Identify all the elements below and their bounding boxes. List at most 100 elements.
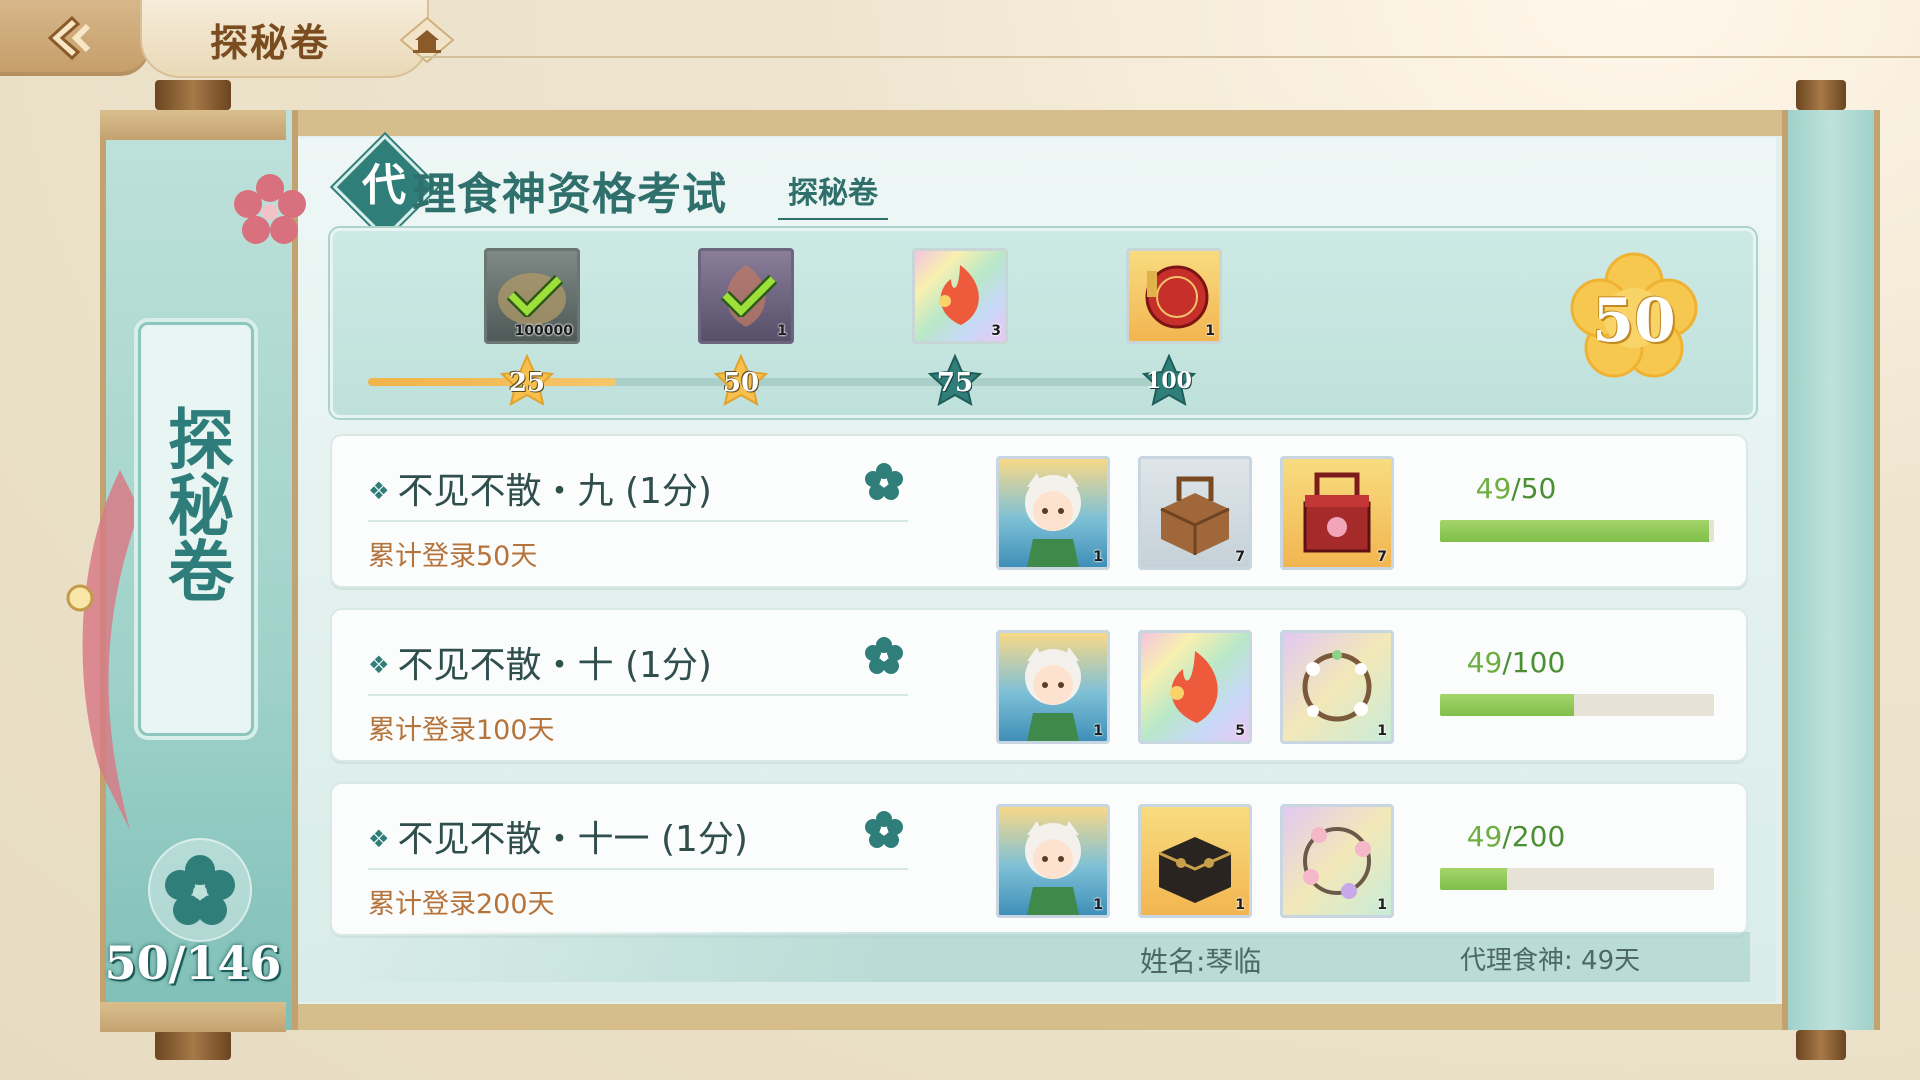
- milestone-reward-75[interactable]: 3: [912, 248, 1008, 344]
- agent-days: 代理食神: 49天: [1460, 946, 1641, 976]
- reward-tile-flower-wreath[interactable]: 1: [1280, 630, 1394, 744]
- claimed-check-icon: [507, 274, 563, 317]
- home-button[interactable]: [395, 14, 459, 66]
- quest-card-2: 不见不散・十 (1分) 累计登录100天 1 5 1 49/100: [330, 608, 1748, 762]
- quest-title: 不见不散・十一 (1分): [368, 810, 748, 862]
- current-points: 50: [1592, 286, 1676, 356]
- plum-blossom-icon: [234, 174, 306, 244]
- back-button[interactable]: [0, 0, 150, 76]
- progress-max: /50: [1511, 472, 1557, 505]
- quest-description: 累计登录50天: [368, 541, 538, 572]
- milestone-star-50: 50: [713, 353, 769, 410]
- exam-title: 理食神资格考试: [412, 169, 727, 220]
- reward-quantity: 7: [1235, 549, 1245, 565]
- reward-quantity: 1: [1377, 723, 1387, 739]
- scroll-left-bottom-band: [100, 1002, 286, 1032]
- reward-quantity: 1: [1093, 549, 1103, 565]
- progress-current: 49: [1475, 472, 1512, 505]
- reward-tile-wooden-box[interactable]: 7: [1138, 456, 1252, 570]
- quest-title: 不见不散・九 (1分): [368, 462, 712, 514]
- quest-progress-fill: [1440, 868, 1508, 890]
- progress-max: /100: [1502, 646, 1566, 679]
- scroll-rod-cap-bottom-left: [155, 1030, 231, 1060]
- milestone-reward-50[interactable]: 1: [698, 248, 794, 344]
- milestone-star-100: 100: [1141, 353, 1197, 410]
- reward-quantity: 7: [1377, 549, 1387, 565]
- milestone-threshold: 25: [508, 368, 546, 398]
- vertical-title-panel: 探秘卷: [138, 322, 254, 736]
- progress-current: 49: [1466, 646, 1503, 679]
- teal-flower-icon: [865, 637, 903, 674]
- milestone-star-75: 75: [927, 353, 983, 410]
- progress-max: /200: [1502, 820, 1566, 853]
- reward-tile-red-lacquer-box[interactable]: 7: [1280, 456, 1394, 570]
- quest-progress-text: 49/100: [1416, 646, 1616, 679]
- reward-quantity: 1: [1235, 897, 1245, 913]
- quest-divider: [368, 694, 908, 696]
- teal-flower-icon: [865, 463, 903, 500]
- milestone-star-25: 25: [499, 353, 555, 410]
- chibi-avatar-icon: [1025, 821, 1081, 915]
- scroll-rod-cap-bottom-right: [1796, 1030, 1846, 1060]
- reward-quantity: 5: [1235, 723, 1245, 739]
- chibi-avatar-icon: [1025, 647, 1081, 741]
- quest-progress-bar: [1440, 868, 1714, 890]
- scroll-left-top-band: [100, 110, 286, 140]
- wooden-box-icon: [1160, 476, 1230, 555]
- progress-current: 49: [1466, 820, 1503, 853]
- chibi-avatar-icon: [1025, 473, 1081, 567]
- quest-progress-bar: [1440, 520, 1714, 542]
- top-divider: [420, 56, 1920, 58]
- tab-tanmijuan[interactable]: 探秘卷: [778, 168, 888, 220]
- total-progress-count: 50/146: [104, 936, 282, 990]
- flower-wreath-icon: [1302, 650, 1372, 722]
- quest-description: 累计登录200天: [368, 889, 555, 920]
- vertical-title: 探秘卷: [141, 405, 251, 615]
- back-arrow-icon: [47, 15, 91, 61]
- reward-tile-chibi-avatar[interactable]: 1: [996, 630, 1110, 744]
- reward-tile-chibi-avatar[interactable]: 1: [996, 456, 1110, 570]
- quest-divider: [368, 868, 908, 870]
- page-title: 探秘卷: [210, 20, 331, 65]
- quest-progress-fill: [1440, 520, 1709, 542]
- quest-progress-text: 49/50: [1416, 472, 1616, 505]
- milestone-reward-25[interactable]: 100000: [484, 248, 580, 344]
- player-name: 姓名:琴临: [1140, 945, 1262, 978]
- quest-card-1: 不见不散・九 (1分) 累计登录50天 1 7 7 49/50: [330, 434, 1748, 588]
- quest-progress-bar: [1440, 694, 1714, 716]
- quest-description: 累计登录100天: [368, 715, 555, 746]
- red-lacquer-box-icon: [1303, 472, 1371, 553]
- claimed-check-icon: [721, 274, 777, 317]
- quest-progress-text: 49/200: [1416, 820, 1616, 853]
- quest-card-3: 不见不散・十一 (1分) 累计登录200天 1 1 1 49/200: [330, 782, 1748, 936]
- milestone-track-fill: [368, 378, 616, 386]
- reward-tile-chibi-avatar[interactable]: 1: [996, 804, 1110, 918]
- blossom-wreath-icon: [1303, 827, 1371, 899]
- pavilion-icon: [399, 16, 455, 64]
- flame-crystal-icon: [1170, 651, 1218, 723]
- reward-quantity: 1: [1377, 897, 1387, 913]
- reward-quantity: 100000: [514, 323, 573, 339]
- vertical-title-text: 探秘卷: [157, 405, 235, 603]
- quest-progress-fill: [1440, 694, 1575, 716]
- teal-flower-icon: [865, 811, 903, 848]
- current-points-badge: 50: [1568, 252, 1700, 384]
- milestone-reward-100[interactable]: 1: [1126, 248, 1222, 344]
- title-diamond-char: 代: [362, 160, 406, 211]
- quest-divider: [368, 520, 908, 522]
- reward-tile-flame-crystal[interactable]: 5: [1138, 630, 1252, 744]
- reward-quantity: 1: [1093, 897, 1103, 913]
- reward-quantity: 1: [1093, 723, 1103, 739]
- reward-quantity: 1: [777, 323, 787, 339]
- flower-emblem: [148, 838, 252, 942]
- reward-quantity: 3: [991, 323, 1001, 339]
- milestone-threshold: 50: [722, 368, 760, 398]
- reward-quantity: 1: [1205, 323, 1215, 339]
- reward-tile-black-gold-chest[interactable]: 1: [1138, 804, 1252, 918]
- reward-tile-blossom-wreath[interactable]: 1: [1280, 804, 1394, 918]
- black-gold-chest-icon: [1158, 837, 1232, 903]
- milestone-threshold: 100: [1146, 368, 1192, 394]
- teal-flower-icon: [165, 855, 235, 925]
- milestone-threshold: 75: [936, 368, 974, 398]
- scroll-right-rod: [1782, 110, 1880, 1030]
